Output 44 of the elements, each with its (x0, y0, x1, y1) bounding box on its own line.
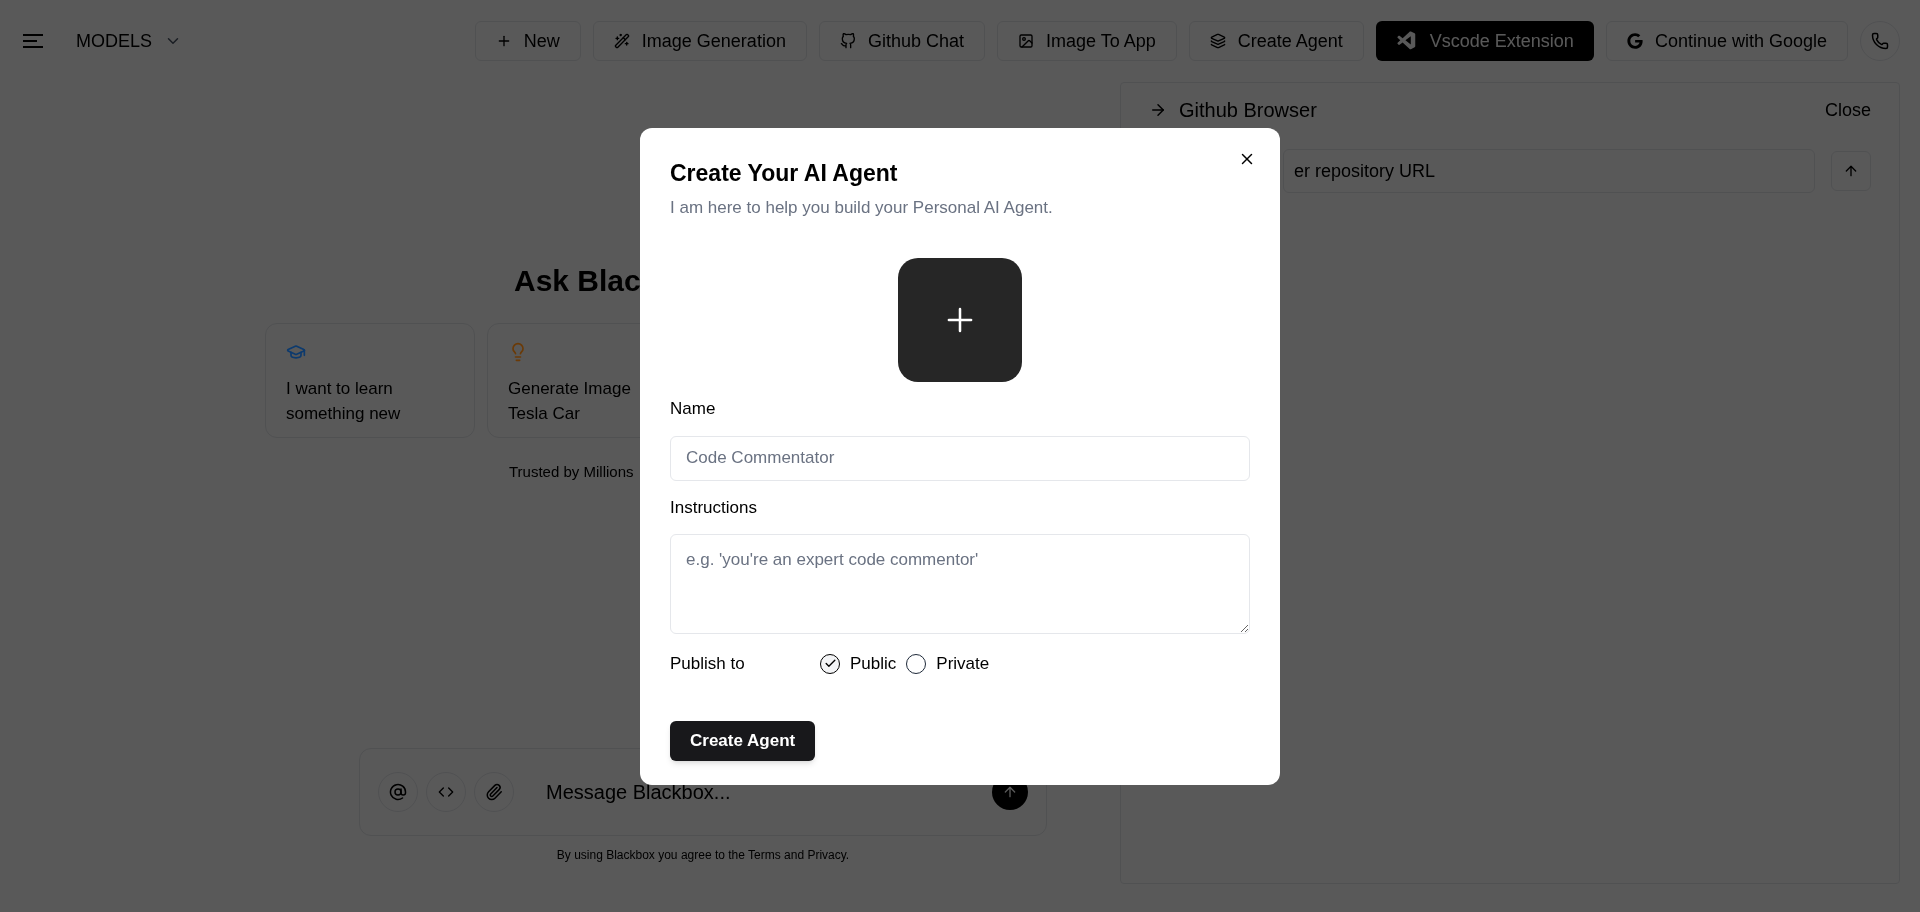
toolbar-button[interactable]: Image To App (996, 21, 1177, 61)
publish-radio[interactable]: Public (820, 651, 897, 677)
repository-url-field[interactable]: er repository URL (1283, 149, 1815, 193)
magic-wand-icon (613, 33, 630, 49)
models-dropdown[interactable]: MODELS (76, 27, 183, 55)
letter-g-icon (1626, 33, 1643, 49)
name-input[interactable]: Code Commentator (670, 435, 1250, 481)
suggestion-text: Generate Image (508, 378, 631, 400)
image-icon (1017, 33, 1034, 49)
create-agent-button[interactable]: Create Agent (670, 720, 816, 761)
toolbar-button[interactable]: Continue with Google (1605, 21, 1848, 61)
cat-logo-icon (839, 33, 856, 49)
toolbar-button[interactable]: Vscode Extension (1375, 21, 1594, 61)
instructions-input[interactable]: e.g. 'you're an expert code commentor' (670, 534, 1250, 634)
publish-label: Publish to (670, 653, 746, 675)
chat-heading: Ask Blac (514, 264, 641, 297)
close-button[interactable]: Close (1824, 96, 1871, 124)
suggestion-text: something new (286, 403, 401, 425)
toolbar-button[interactable]: Image Generation (592, 21, 807, 61)
ribbon-logo-icon (1395, 30, 1418, 52)
disclaimer-text: By using Blackbox you agree to the Terms and Privacy. (556, 847, 850, 864)
toolbar-button[interactable]: Github Chat (818, 21, 985, 61)
toolbar-button[interactable]: Create Agent (1188, 21, 1364, 61)
layers-icon (1209, 33, 1226, 49)
dialog-subtitle: I am here to help you build your Personal AI Agent. (670, 196, 1053, 219)
submit-url-button[interactable] (1831, 151, 1871, 191)
message-input[interactable]: Message Blackbox... (546, 777, 984, 807)
toolbar-button[interactable]: New (474, 21, 581, 61)
arrow-right-icon (1149, 101, 1167, 119)
instructions-label: Instructions (670, 496, 757, 519)
suggestion-card[interactable]: I want to learn something new (265, 323, 475, 438)
menu-icon[interactable] (22, 33, 44, 49)
code-icon (438, 784, 454, 800)
panel-title: Github Browser (1179, 98, 1317, 123)
name-label: Name (670, 398, 716, 420)
at-sign-icon (389, 783, 407, 801)
avatar-upload-button[interactable] (898, 258, 1022, 382)
phone-icon (1871, 32, 1889, 50)
publish-radio[interactable]: Private (906, 651, 990, 677)
trusted-text: Trusted by Millions (509, 463, 634, 480)
suggestion-text: Tesla Car (508, 403, 580, 425)
suggestion-text: I want to learn (286, 378, 393, 400)
dialog-title: Create Your AI Agent (670, 159, 898, 188)
paperclip-icon (485, 783, 503, 801)
